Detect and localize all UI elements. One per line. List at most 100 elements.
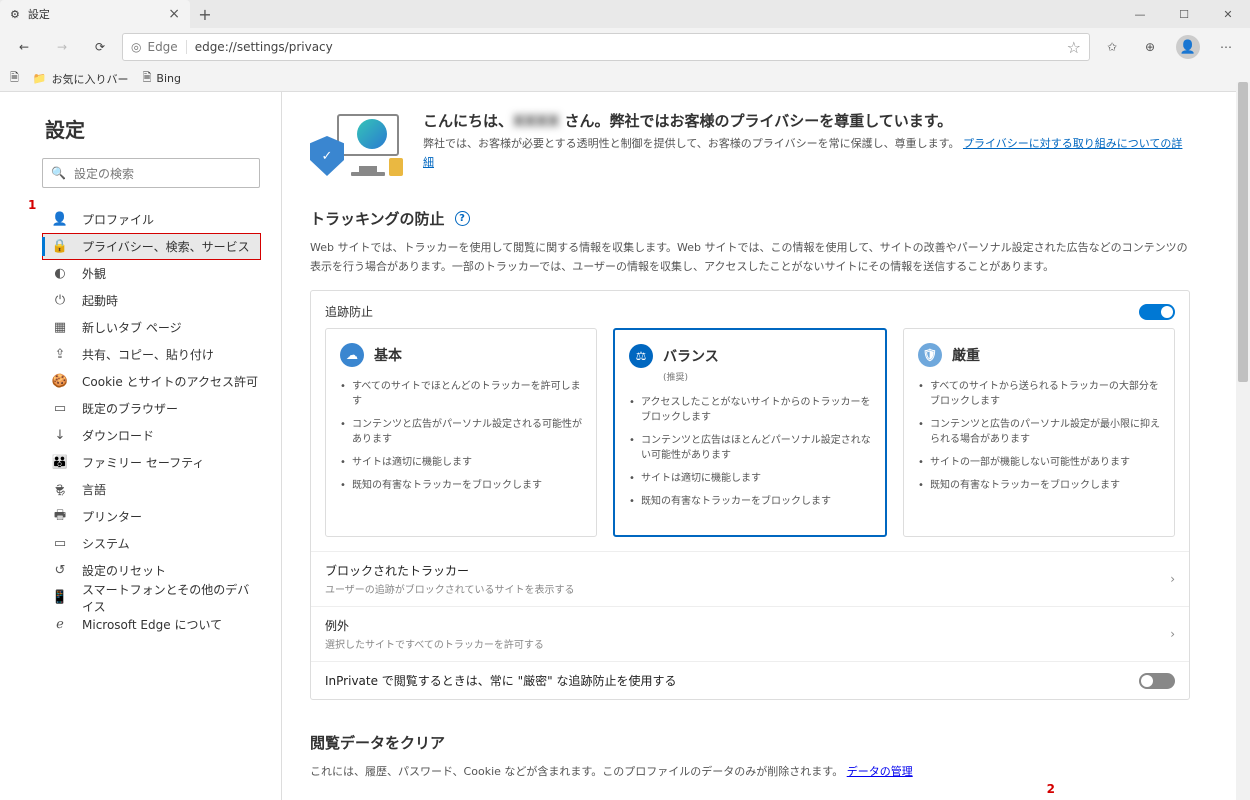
sidebar-item-label: スマートフォンとその他のデバイス bbox=[82, 581, 261, 615]
bookmark-favorites[interactable]: 📁お気に入りバー bbox=[33, 71, 129, 87]
tracking-description: Web サイトでは、トラッカーを使用して閲覧に関する情報を収集します。Web サ… bbox=[310, 239, 1190, 276]
bookmark-bing[interactable]: 🗎Bing bbox=[143, 69, 181, 88]
sidebar-item-10[interactable]: 🕏言語 bbox=[42, 476, 261, 503]
tracking-card-1[interactable]: ⚖バランス(推奨)アクセスしたことがないサイトからのトラッカーをブロックしますコ… bbox=[613, 328, 887, 537]
profile-button[interactable]: 👤 bbox=[1172, 33, 1204, 61]
sidebar-item-5[interactable]: ⇪共有、コピー、貼り付け bbox=[42, 341, 261, 368]
row-title: ブロックされたトラッカー bbox=[325, 562, 1170, 579]
sidebar-item-label: Microsoft Edge について bbox=[82, 616, 222, 633]
sidebar-item-14[interactable]: 📱スマートフォンとその他のデバイス bbox=[42, 584, 261, 611]
settings-search-input[interactable]: 🔍 設定の検索 bbox=[42, 158, 260, 188]
window-titlebar: ⚙ 設定 × + — ☐ ✕ bbox=[0, 0, 1250, 28]
page-icon: 🗎 bbox=[143, 69, 152, 88]
sidebar-item-label: プライバシー、検索、サービス bbox=[82, 238, 250, 255]
nav-icon: ◐ bbox=[52, 266, 68, 282]
nav-icon: 📱 bbox=[52, 590, 68, 606]
sidebar-item-label: ファミリー セーフティ bbox=[82, 454, 204, 471]
sidebar-item-8[interactable]: ↓ダウンロード bbox=[42, 422, 261, 449]
favorite-star-icon[interactable]: ☆ bbox=[1067, 38, 1081, 57]
sidebar-item-12[interactable]: ▭システム bbox=[42, 530, 261, 557]
sidebar-item-label: 既定のブラウザー bbox=[82, 400, 178, 417]
tracking-row-1[interactable]: 例外選択したサイトですべてのトラッカーを許可する› bbox=[311, 606, 1189, 661]
manage-data-link[interactable]: データの管理 bbox=[847, 765, 913, 778]
nav-icon: 🖶 bbox=[52, 509, 68, 525]
sidebar-item-label: 新しいタブ ページ bbox=[82, 319, 182, 336]
scrollbar-thumb[interactable] bbox=[1238, 82, 1248, 382]
sidebar-item-1[interactable]: 🔒 プライバシー、検索、サービス bbox=[42, 233, 261, 260]
tracking-row-0[interactable]: ブロックされたトラッカーユーザーの追跡がブロックされているサイトを表示する› bbox=[311, 551, 1189, 606]
privacy-hero: ✓ こんにちは、XXXX さん。弊社ではお客様のプライバシーを尊重しています。 … bbox=[310, 110, 1190, 180]
card-point: コンテンツと広告はほとんどパーソナル設定されない可能性があります bbox=[629, 433, 871, 463]
sidebar-item-11[interactable]: 🖶プリンター bbox=[42, 503, 261, 530]
address-bar[interactable]: ◎ Edge edge://settings/privacy ☆ bbox=[122, 33, 1090, 61]
favorites-button[interactable]: ✩ bbox=[1096, 33, 1128, 61]
card-icon: ⚖ bbox=[629, 344, 653, 368]
tracking-heading: トラッキングの防止 ? bbox=[310, 208, 1190, 229]
browser-toolbar: ← → ⟳ ◎ Edge edge://settings/privacy ☆ ✩… bbox=[0, 28, 1250, 66]
row-toggle[interactable] bbox=[1139, 673, 1175, 689]
search-icon: 🔍 bbox=[51, 166, 66, 180]
settings-main: ✓ こんにちは、XXXX さん。弊社ではお客様のプライバシーを尊重しています。 … bbox=[282, 92, 1250, 800]
nav-icon: ↺ bbox=[52, 563, 68, 579]
more-menu-button[interactable]: ⋯ bbox=[1210, 33, 1242, 61]
url-text: edge://settings/privacy bbox=[195, 40, 333, 54]
card-point: サイトは適切に機能します bbox=[629, 471, 871, 486]
site-identity[interactable]: ◎ Edge bbox=[131, 40, 187, 54]
sidebar-item-0[interactable]: 👤 プロファイル bbox=[42, 206, 261, 233]
settings-sidebar: 設定 🔍 設定の検索 1 👤 プロファイル 🔒 プライバシー、検索、サービス ◐外観⏻起… bbox=[0, 92, 282, 800]
tab-title: 設定 bbox=[28, 6, 50, 22]
window-close-button[interactable]: ✕ bbox=[1206, 0, 1250, 28]
sidebar-item-4[interactable]: ▦ 新しいタブ ページ bbox=[42, 314, 261, 341]
nav-icon: 👪 bbox=[52, 455, 68, 471]
row-subtitle: ユーザーの追跡がブロックされているサイトを表示する bbox=[325, 581, 1170, 596]
card-point: すべてのサイトから送られるトラッカーの大部分をブロックします bbox=[918, 379, 1160, 409]
bookmark-blank[interactable]: 🗎 bbox=[10, 69, 19, 88]
minimize-button[interactable]: — bbox=[1118, 0, 1162, 28]
maximize-button[interactable]: ☐ bbox=[1162, 0, 1206, 28]
search-placeholder: 設定の検索 bbox=[74, 165, 134, 182]
page-title: 設定 bbox=[45, 114, 261, 143]
sidebar-item-label: プロファイル bbox=[82, 211, 154, 228]
card-title: 厳重 bbox=[952, 345, 980, 365]
nav-icon: 👤 bbox=[52, 212, 68, 228]
collections-button[interactable]: ⊕ bbox=[1134, 33, 1166, 61]
hero-illustration: ✓ bbox=[310, 110, 405, 180]
back-button[interactable]: ← bbox=[8, 33, 40, 61]
card-point: サイトは適切に機能します bbox=[340, 455, 582, 470]
vertical-scrollbar[interactable] bbox=[1236, 82, 1250, 800]
tracking-prevention-box: 追跡防止 ☁基本すべてのサイトでほとんどのトラッカーを許可しますコンテンツと広告… bbox=[310, 290, 1190, 700]
hero-greeting: こんにちは、XXXX さん。弊社ではお客様のプライバシーを尊重しています。 bbox=[423, 110, 1190, 131]
sidebar-item-2[interactable]: ◐外観 bbox=[42, 260, 261, 287]
tracking-card-2[interactable]: 🛡厳重すべてのサイトから送られるトラッカーの大部分をブロックしますコンテンツと広… bbox=[903, 328, 1175, 537]
refresh-button[interactable]: ⟳ bbox=[84, 33, 116, 61]
nav-icon: ↓ bbox=[52, 428, 68, 444]
new-tab-button[interactable]: + bbox=[190, 0, 220, 28]
nav-icon: ▦ bbox=[52, 320, 68, 336]
info-icon[interactable]: ? bbox=[455, 211, 470, 226]
card-title: 基本 bbox=[374, 345, 402, 365]
sidebar-item-7[interactable]: ▭ 既定のブラウザー bbox=[42, 395, 261, 422]
tracking-card-0[interactable]: ☁基本すべてのサイトでほとんどのトラッカーを許可しますコンテンツと広告がパーソナ… bbox=[325, 328, 597, 537]
close-icon[interactable]: × bbox=[168, 6, 180, 22]
tracking-toggle[interactable] bbox=[1139, 304, 1175, 320]
sidebar-item-6[interactable]: 🍪Cookie とサイトのアクセス許可 bbox=[42, 368, 261, 395]
bookmarks-bar: 🗎 📁お気に入りバー 🗎Bing bbox=[0, 66, 1250, 92]
row-title: InPrivate で閲覧するときは、常に "厳密" な追跡防止を使用する bbox=[325, 672, 1139, 689]
nav-icon: ⏻ bbox=[52, 293, 68, 309]
gear-icon: ⚙ bbox=[10, 8, 20, 21]
nav-icon: 🔒 bbox=[52, 239, 68, 255]
tracking-box-label: 追跡防止 bbox=[325, 303, 373, 320]
sidebar-item-9[interactable]: 👪 ファミリー セーフティ bbox=[42, 449, 261, 476]
sidebar-item-3[interactable]: ⏻起動時 bbox=[42, 287, 261, 314]
nav-icon: ⇪ bbox=[52, 347, 68, 363]
sidebar-item-15[interactable]: ℯ Microsoft Edge について bbox=[42, 611, 261, 638]
browser-tab[interactable]: ⚙ 設定 × bbox=[0, 0, 190, 28]
nav-icon: ℯ bbox=[52, 617, 68, 633]
nav-icon: ▭ bbox=[52, 401, 68, 417]
tracking-row-2[interactable]: InPrivate で閲覧するときは、常に "厳密" な追跡防止を使用する bbox=[311, 661, 1189, 699]
card-title: バランス bbox=[663, 346, 719, 366]
card-point: 既知の有害なトラッカーをブロックします bbox=[629, 494, 871, 509]
card-point: 既知の有害なトラッカーをブロックします bbox=[340, 478, 582, 493]
annotation-1: 1 bbox=[28, 198, 36, 212]
card-point: コンテンツと広告がパーソナル設定される可能性があります bbox=[340, 417, 582, 447]
